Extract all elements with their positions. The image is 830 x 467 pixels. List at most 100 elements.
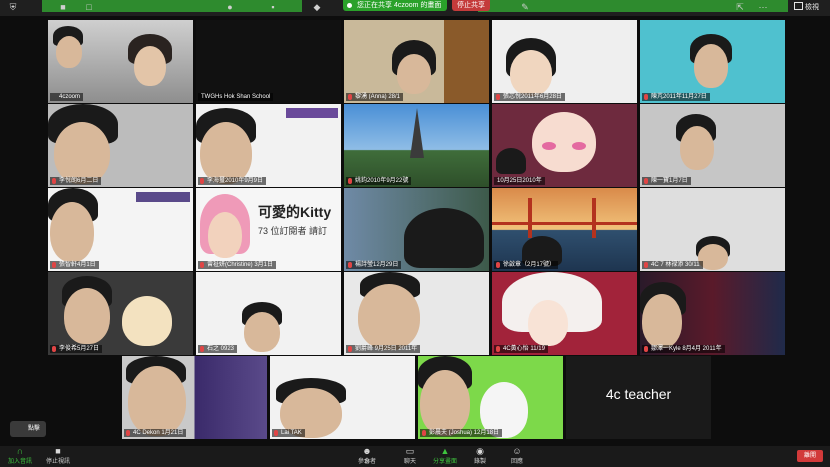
video-tile[interactable]: 石之 0923 (196, 272, 341, 355)
video-tile[interactable]: 劉爵峰 9月25日 2011年 (344, 272, 489, 355)
bookshelf (444, 20, 489, 103)
camera-icon[interactable]: ▪ (268, 2, 278, 12)
person-hair (404, 208, 484, 268)
record-button[interactable]: ◉ 錄製 (466, 447, 494, 467)
share-screen-button[interactable]: ▲ 分享畫面 (430, 447, 460, 467)
record-icon: ◉ (476, 446, 484, 456)
person-face (200, 122, 252, 184)
kitty-channel-title: 可愛的Kitty (258, 204, 332, 220)
bridge-deck (492, 222, 637, 225)
participant-name: 李海璽2010年9月9日 (198, 177, 267, 185)
view-label: 檢視 (805, 4, 819, 11)
video-tile[interactable]: Lai TAK (270, 356, 415, 439)
person-face (128, 366, 186, 436)
person-face (694, 44, 728, 88)
participant-name: 張智軒4月1日 (50, 261, 99, 269)
chat-button[interactable]: ▭ 聊天 (396, 447, 424, 467)
slide-header (136, 192, 190, 202)
video-camera-icon: ■ (55, 446, 61, 456)
participant-name: 4C Dekon 1月21日 (124, 429, 187, 437)
participant-name: 李俊希5月27日 (50, 345, 103, 353)
hover-tooltip: 點擊 (10, 421, 46, 437)
participant-name: 石之 0923 (198, 345, 238, 353)
video-tile[interactable]: 10月25日2010年 (492, 104, 637, 187)
bridge-tower (592, 198, 596, 238)
person-face (642, 294, 682, 348)
video-tile[interactable]: 鄒澤一Kyle 8月4月 2011年 (640, 272, 785, 355)
video-tile[interactable]: 4C 7 林禄添 30/11 (640, 188, 785, 271)
participant-name: 張芯悅2011年6月28日 (494, 93, 565, 101)
participant-name: 4C黃心怡 11/19 (494, 345, 548, 353)
video-tile[interactable]: 徐啟章（2月17號） (492, 188, 637, 271)
anime-face (532, 112, 596, 172)
leave-meeting-button[interactable]: 離開 (797, 450, 823, 462)
video-tile[interactable]: 張芯悅2011年6月28日 (492, 20, 637, 103)
person-face (420, 370, 470, 436)
sharing-status-text: 您正在共享 4czoom 的畫面 (357, 2, 442, 9)
participant-name: 黎湧 (Anna) 28/1 (346, 93, 404, 101)
video-tile[interactable]: 4C黃心怡 11/19 (492, 272, 637, 355)
sharing-status-pill[interactable]: 您正在共享 4czoom 的畫面 (343, 0, 448, 11)
participant-name: 10月25日2010年 (494, 177, 545, 185)
participant-name: 徐啟章（2月17號） (494, 261, 559, 269)
participant-name: TWGHs Hok Shan School (198, 93, 274, 101)
stop-share-button[interactable]: 停止共享 (452, 0, 490, 11)
video-tile[interactable]: 4czoom (48, 20, 193, 103)
tile-video (492, 188, 637, 271)
anime-eye (572, 142, 586, 150)
participant-name: 曾祉妍(Christine) 3月1日 (198, 261, 277, 269)
person-face (680, 126, 714, 170)
video-tile[interactable]: 張智軒4月1日 (48, 188, 193, 271)
microphone-icon[interactable]: ● (225, 2, 235, 12)
video-tile[interactable]: TWGHs Hok Shan School (196, 20, 341, 103)
share-screen-icon: ▲ (440, 446, 450, 456)
pause-icon[interactable]: ■ (58, 2, 68, 12)
kitty-subscribers: 73 位訂閱者 請訂 (258, 226, 328, 236)
person-face (397, 54, 431, 94)
person-face (56, 36, 82, 68)
video-tile[interactable]: 可愛的Kitty 73 位訂閱者 請訂 曾祉妍(Christine) 3月1日 (196, 188, 341, 271)
video-tile[interactable]: 李俊希5月27日 (48, 272, 193, 355)
participant-name: 李悅朗6月二日 (50, 177, 102, 185)
participants-button[interactable]: ☻24 參會者 (353, 447, 381, 467)
video-tile[interactable]: 姚鈞2010年9月22號 (344, 104, 489, 187)
participant-name: 姚鈞2010年9月22號 (346, 177, 412, 185)
video-tile[interactable]: 楊詩瑩12月29日 (344, 188, 489, 271)
person-face (510, 50, 552, 96)
join-audio-button[interactable]: ∩ 加入音訊 (6, 447, 34, 467)
gallery-view-icon (794, 2, 803, 10)
shield-icon[interactable]: ◆ (312, 2, 322, 12)
video-tile[interactable]: 陳一寶1月7日 (640, 104, 785, 187)
window-icon[interactable]: □ (84, 2, 94, 12)
slide-header (286, 108, 338, 118)
reactions-button[interactable]: ☺ 回應 (503, 447, 531, 467)
participant-name: 陳芃2011年11月27日 (642, 93, 710, 101)
participant-name: 楊詩瑩12月29日 (346, 261, 402, 269)
share-window-icon[interactable]: ⇱ (735, 2, 745, 12)
headphones-icon: ∩ (16, 446, 24, 456)
more-icon[interactable]: ⋯ (758, 2, 768, 12)
meeting-bottom-toolbar: ∩ 加入音訊 ■ 停止視訊 ☻24 參會者 ▭ 聊天 ▲ 分享畫面 ◉ 錄製 ☺… (0, 446, 830, 467)
video-tile[interactable]: 李悅朗6月二日 (48, 104, 193, 187)
security-shield-icon[interactable]: ⛨ (8, 2, 18, 12)
video-tile[interactable]: 黎湧 (Anna) 28/1 (344, 20, 489, 103)
person-face (50, 202, 94, 262)
view-toggle[interactable]: 檢視 (794, 0, 819, 16)
person-face (244, 312, 280, 352)
annotate-icon[interactable]: ✎ (520, 2, 530, 12)
video-tile[interactable]: 4C Dekon 1月21日 (122, 356, 267, 439)
person-face (64, 288, 110, 344)
video-tile[interactable]: 4c teacher (566, 356, 711, 439)
share-toolbar-strip (42, 0, 302, 12)
cartoon-face (122, 296, 172, 346)
smiley-icon: ☺ (512, 446, 522, 456)
stop-video-button[interactable]: ■ 停止視訊 (44, 447, 72, 467)
person-face (358, 284, 420, 350)
anime-face (528, 300, 568, 346)
video-tile[interactable]: 李海璽2010年9月9日 (196, 104, 341, 187)
person-face (208, 212, 242, 258)
participant-name-large: 4c teacher (605, 386, 672, 402)
participant-name: 劉爵峰 9月25日 2011年 (346, 345, 421, 353)
video-tile[interactable]: 彭晨夫 (Joshua) 12月18日 (418, 356, 563, 439)
video-tile[interactable]: 陳芃2011年11月27日 (640, 20, 785, 103)
